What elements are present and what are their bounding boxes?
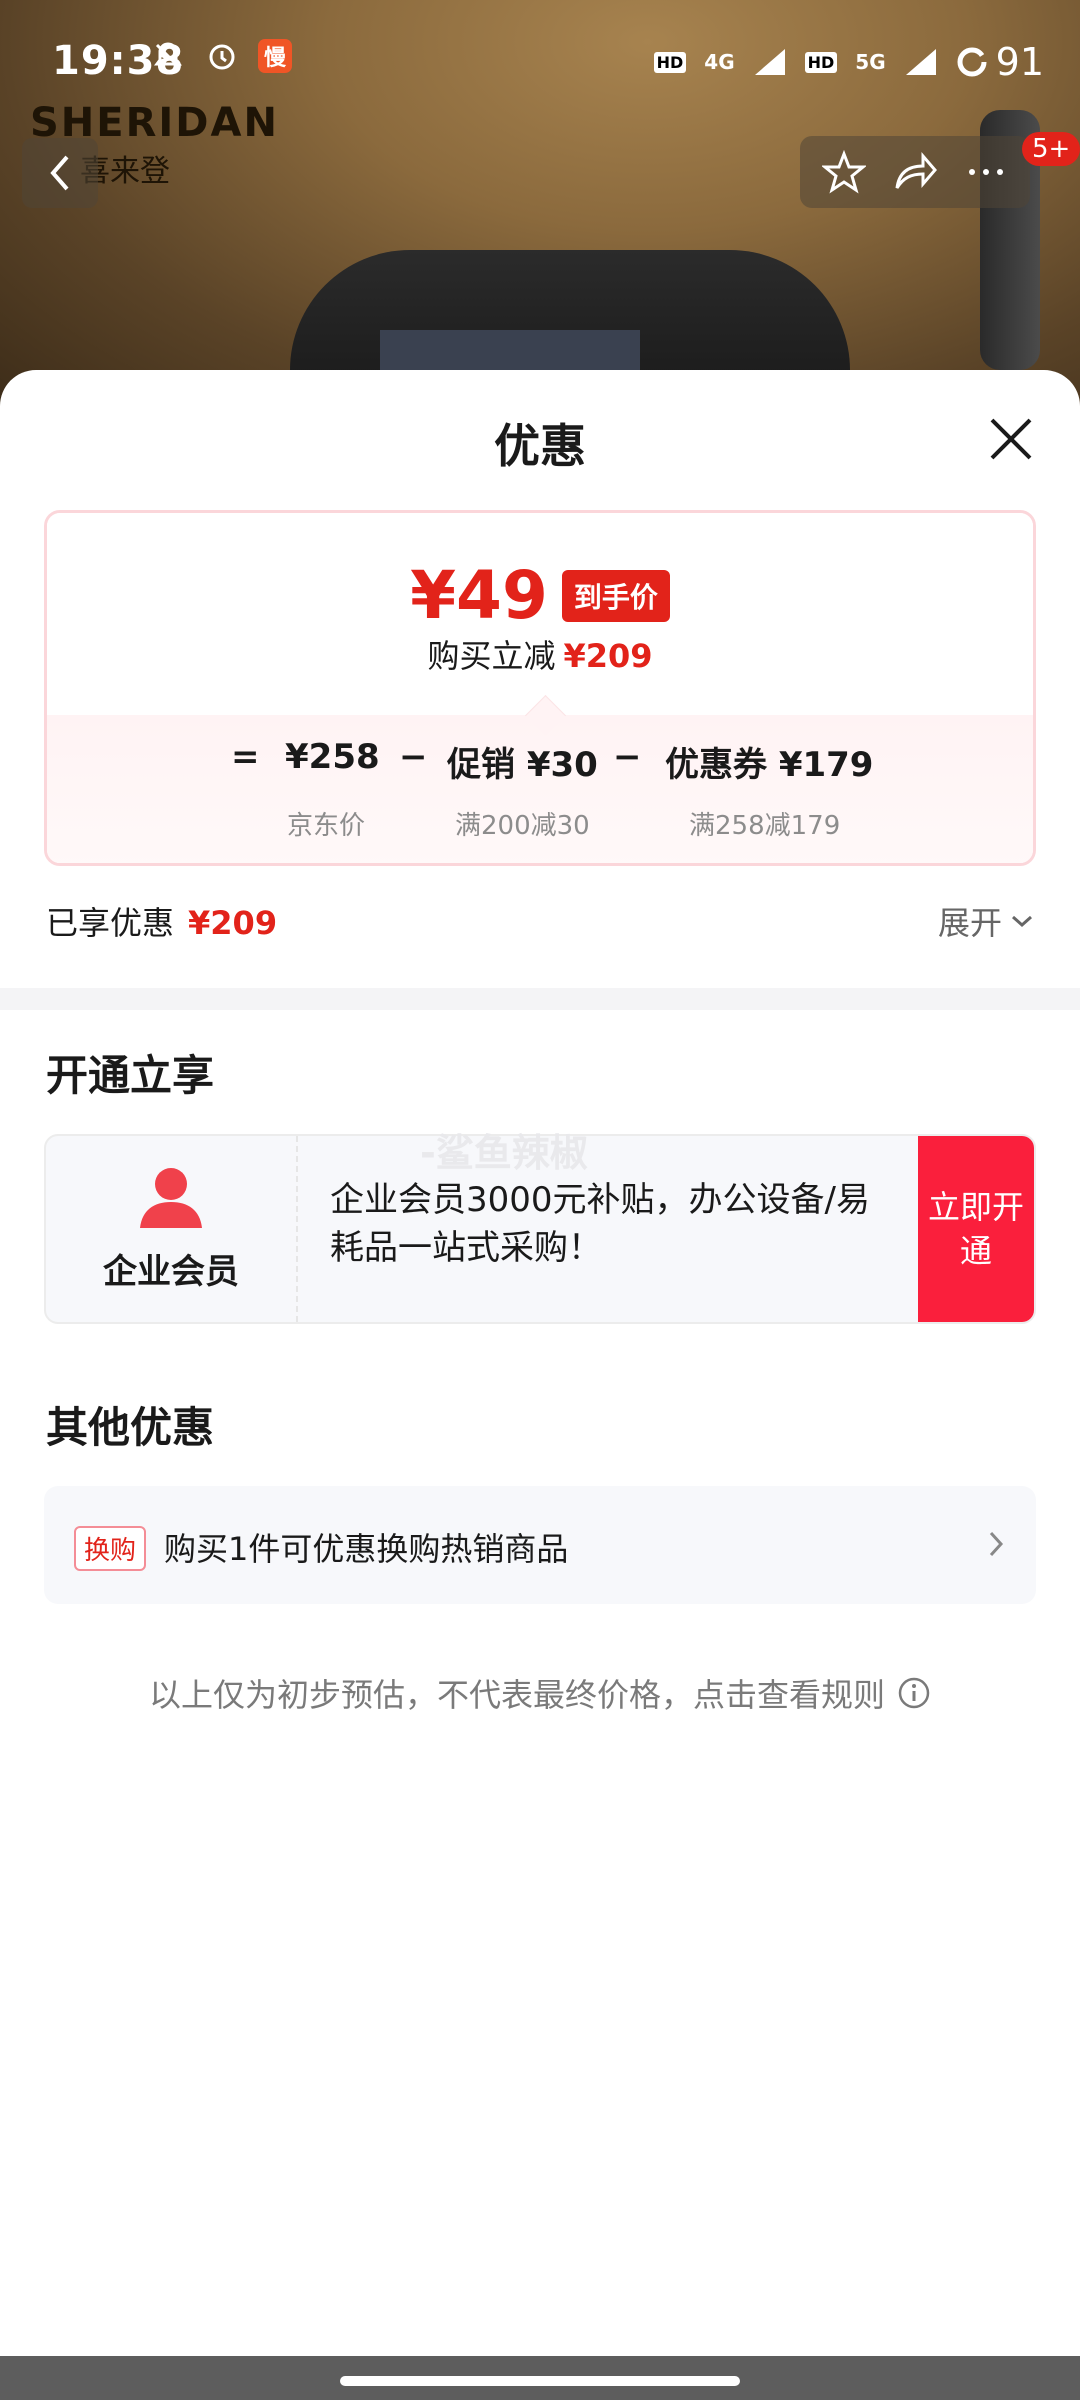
price-breakdown-card: ¥49 到手价 购买立减 ¥209 = ¥258 − 促销 ¥30 − 优惠券 ¥… [44, 510, 1036, 866]
coupon-note: 满258减179 [689, 811, 841, 841]
mute-icon [150, 38, 186, 74]
hd-icon: HD [653, 51, 687, 73]
jd-price-label: 京东价 [287, 811, 366, 841]
jd-price: ¥258 [285, 737, 380, 777]
more-icon[interactable] [964, 150, 1008, 194]
network-5g: 5G [855, 50, 886, 74]
swap-tag: 换购 [74, 1526, 147, 1571]
user-icon [140, 1167, 202, 1228]
coupon-amount: 优惠券 ¥179 [665, 745, 874, 785]
member-info: 企业会员 [46, 1136, 298, 1322]
enjoyed-label: 已享优惠 [46, 904, 175, 942]
close-icon[interactable] [986, 414, 1036, 464]
discount-sheet: 优惠 ¥49 到手价 购买立减 ¥209 = ¥258 − 促销 ¥30 − 优惠… [0, 370, 1080, 2400]
back-button[interactable] [22, 138, 98, 208]
discount-summary: 购买立减 ¥209 [47, 631, 1033, 677]
minus-sign-1: − [399, 737, 428, 777]
expand-button[interactable]: 展开 [938, 898, 1034, 944]
promo-amount: 促销 ¥30 [447, 745, 598, 785]
price-summary: ¥49 到手价 购买立减 ¥209 [47, 513, 1033, 715]
section-divider [0, 988, 1080, 1010]
price-rule-note[interactable]: 以上仅为初步预估，不代表最终价格，点击查看规则 [0, 1670, 1080, 1716]
battery-level: 91 [995, 40, 1044, 84]
section-other-title: 其他优惠 [46, 1403, 215, 1452]
share-icon[interactable] [891, 150, 939, 194]
info-icon [898, 1677, 930, 1709]
discount-value: ¥209 [563, 637, 653, 675]
signal-icon [754, 49, 785, 75]
swap-offer-row[interactable]: 换购 购买1件可优惠换购热销商品 [44, 1486, 1036, 1604]
hd-icon-2: HD [804, 51, 838, 73]
minus-sign-2: − [613, 737, 642, 777]
section-open-title: 开通立享 [46, 1051, 215, 1100]
discount-label: 购买立减 [427, 637, 556, 675]
favorite-star-icon[interactable] [822, 150, 867, 194]
final-price-tag: 到手价 [561, 569, 670, 622]
enjoyed-discount: 已享优惠 ¥209 [46, 898, 277, 944]
status-notification-icons: 慢 [150, 38, 292, 74]
formula-row: = ¥258 − 促销 ¥30 − 优惠券 ¥179 [47, 737, 1033, 797]
message-count-badge: 5+ [1022, 132, 1080, 166]
app-notification-icon: 慢 [258, 39, 292, 73]
expand-label: 展开 [938, 904, 1003, 942]
brand-name-cn: 喜来登 [80, 154, 170, 189]
enjoyed-value: ¥209 [188, 904, 278, 942]
alarm-icon [204, 38, 240, 74]
battery-indicator: 91 [956, 40, 1044, 84]
member-description: 企业会员3000元补贴，办公设备/易耗品一站式采购！ [330, 1180, 870, 1268]
promo-note: 满200减30 [455, 811, 590, 841]
watermark-text: -鲨鱼辣椒 [420, 1131, 588, 1175]
network-4g: 4G [704, 50, 735, 74]
status-right-icons: HD 4G HD 5G 91 [653, 40, 1044, 84]
home-indicator[interactable] [340, 2376, 740, 2386]
swap-offer-text: 购买1件可优惠换购热销商品 [164, 1530, 569, 1568]
equals-sign: = [231, 737, 260, 777]
footnote-text: 以上仅为初步预估，不代表最终价格，点击查看规则 [148, 1676, 885, 1714]
sheet-title: 优惠 [494, 419, 586, 473]
price-formula: = ¥258 − 促销 ¥30 − 优惠券 ¥179 京东价 满200减30 满… [47, 694, 1033, 863]
chevron-down-icon [1012, 915, 1033, 928]
final-price: ¥49 [410, 557, 548, 634]
battery-ring-icon [957, 47, 987, 77]
back-arrow-icon [50, 155, 69, 191]
final-price-row: ¥49 到手价 [47, 557, 1033, 634]
signal-icon-2 [905, 49, 936, 75]
chevron-right-icon [989, 1531, 1004, 1557]
open-membership-button[interactable]: 立即开通 [918, 1136, 1034, 1322]
member-label: 企业会员 [103, 1251, 239, 1292]
nav-actions [800, 136, 1030, 208]
